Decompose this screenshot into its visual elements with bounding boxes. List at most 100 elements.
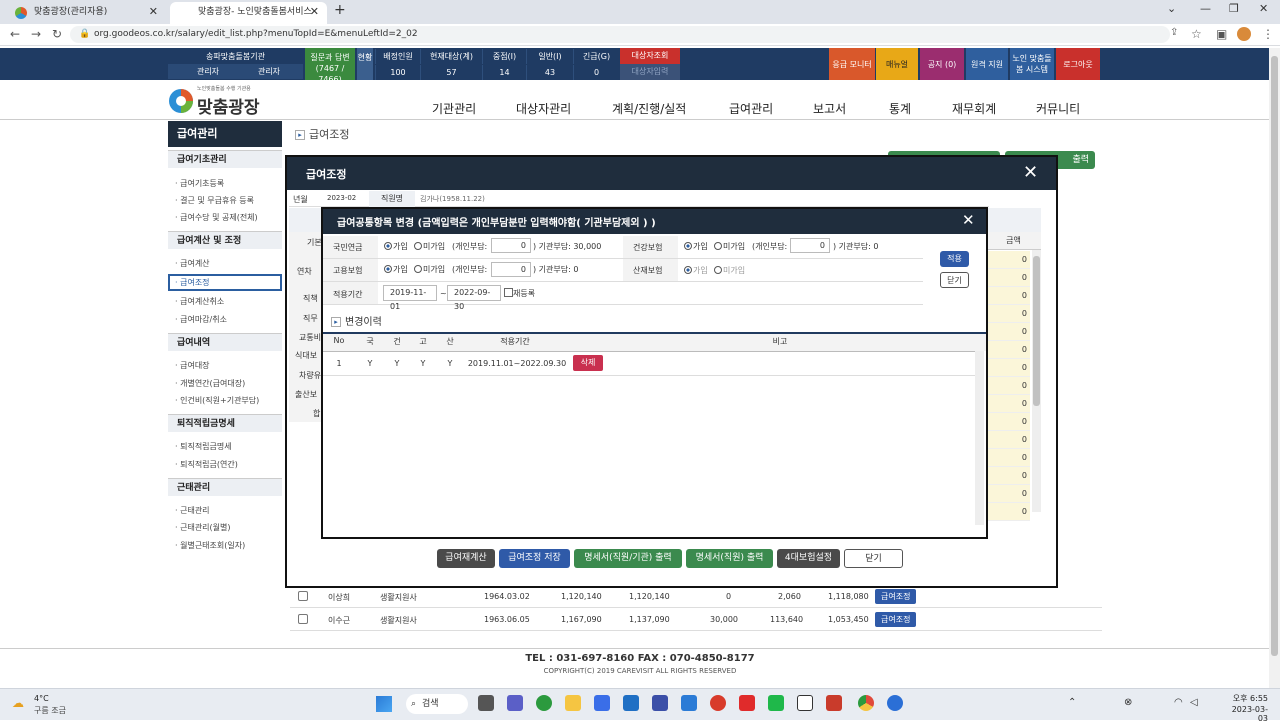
inner-modal-close-icon[interactable]: ✕ — [962, 211, 975, 229]
amount-cell[interactable]: 0 — [986, 485, 1030, 503]
sidepanel-icon[interactable]: ▣ — [1216, 27, 1227, 41]
menu-kebab-icon[interactable]: ⋮ — [1262, 27, 1274, 41]
chrome-icon[interactable] — [858, 695, 874, 711]
inner-close-button[interactable]: 닫기 — [940, 272, 969, 288]
accident-join-radio[interactable]: 가입 — [684, 265, 708, 276]
menu-item-retirement-annual[interactable]: · 퇴직적립금(연간) — [175, 459, 238, 470]
nav-plan-progress[interactable]: 계획/진행/실적 — [612, 100, 686, 117]
window-close-icon[interactable]: ✕ — [1259, 2, 1268, 15]
tray-close-icon[interactable]: ⊗ — [1124, 697, 1132, 708]
amount-scrollbar[interactable] — [1032, 250, 1041, 512]
nav-target-management[interactable]: 대상자관리 — [516, 100, 571, 117]
care-system-button[interactable]: 노인 맞춤돌봄 시스템 — [1010, 48, 1054, 80]
app-icon[interactable] — [652, 695, 668, 711]
youtube-icon[interactable] — [739, 695, 755, 711]
target-lookup-button[interactable]: 대상자조회 — [620, 48, 680, 64]
menu-section-attendance[interactable]: 근태관리 — [168, 478, 282, 496]
wifi-icon[interactable]: ◠ — [1174, 697, 1183, 708]
qna-button[interactable]: 질문과 답변 (7467 / 7466) — [305, 48, 355, 84]
close-tab-icon[interactable]: ✕ — [149, 2, 158, 22]
nav-finance[interactable]: 재무회계 — [952, 100, 996, 117]
browser-tab-admin[interactable]: 맞춤광장(관리자용) ✕ — [6, 2, 166, 24]
tab-search-icon[interactable]: ⌄ — [1167, 2, 1176, 15]
menu-item-basic-register[interactable]: · 급여기초등록 — [175, 178, 224, 189]
maximize-icon[interactable]: ❐ — [1229, 2, 1239, 15]
pension-join-radio[interactable]: 가입 — [384, 241, 408, 252]
media-icon[interactable] — [710, 695, 726, 711]
menu-item-absence[interactable]: · 결근 및 무급휴유 등록 — [175, 195, 254, 206]
health-personal-input[interactable]: 0 — [790, 238, 830, 253]
address-bar[interactable]: 🔒 org.goodeos.co.kr/salary/edit_list.php?… — [70, 26, 1170, 43]
modal-close-icon[interactable]: ✕ — [1023, 162, 1038, 183]
naver-icon[interactable] — [768, 695, 784, 711]
amount-cell[interactable]: 0 — [986, 467, 1030, 485]
menu-item-attendance-monthly[interactable]: · 근태관리(월별) — [175, 522, 231, 533]
reregister-checkbox[interactable]: 재등록 — [504, 288, 535, 299]
forward-icon[interactable]: → — [31, 27, 41, 41]
site-logo[interactable]: 노인맞춤돌봄 수행 기관용 맞춤광장 — [167, 85, 277, 118]
employ-join-radio[interactable]: 가입 — [384, 264, 408, 275]
menu-item-close[interactable]: · 급여마감/취소 — [175, 314, 227, 325]
menu-item-attendance-daily[interactable]: · 월별근태조회(일자) — [175, 540, 245, 551]
scroll-thumb[interactable] — [1033, 256, 1040, 406]
menu-item-adjust-selected[interactable]: · 급여조정 — [168, 274, 282, 291]
pension-personal-input[interactable]: 0 — [491, 238, 531, 253]
amount-cell[interactable]: 0 — [986, 359, 1030, 377]
history-scrollbar[interactable] — [975, 351, 984, 525]
remote-support-button[interactable]: 원격 지원 — [966, 48, 1008, 80]
notice-button[interactable]: 공지 (0) — [920, 48, 964, 80]
print-staff-only-button[interactable]: 명세서(직원) 출력 — [686, 549, 773, 568]
close-tab-icon[interactable]: ✕ — [310, 2, 319, 22]
task-view-icon[interactable] — [478, 695, 494, 711]
pension-nojoin-radio[interactable]: 미가입 — [414, 241, 445, 252]
target-input-button[interactable]: 대상자입력 — [620, 64, 680, 80]
health-nojoin-radio[interactable]: 미가입 — [714, 241, 745, 252]
share-icon[interactable]: ⇪ — [1170, 27, 1178, 38]
nav-statistics[interactable]: 통계 — [889, 100, 911, 117]
save-adjust-button[interactable]: 급여조정 저장 — [499, 549, 570, 568]
recalculate-button[interactable]: 급여재계산 — [437, 549, 495, 568]
menu-section-retirement[interactable]: 퇴직적립금명세 — [168, 414, 282, 432]
period-to-input[interactable]: 2022-09-30 — [447, 285, 501, 311]
menu-section-calc[interactable]: 급여계산 및 조정 — [168, 231, 282, 249]
nav-org-management[interactable]: 기관관리 — [432, 100, 476, 117]
page-scrollbar[interactable] — [1269, 48, 1280, 688]
insurance-settings-button[interactable]: 4대보험설정 — [777, 549, 840, 568]
menu-item-allowance[interactable]: · 급여수당 및 공제(전체) — [175, 212, 258, 223]
apply-button[interactable]: 적용 — [940, 251, 969, 267]
adjust-button[interactable]: 급여조정 — [875, 612, 917, 627]
menu-item-retirement[interactable]: · 퇴직적립금명세 — [175, 441, 232, 452]
tray-chevron-icon[interactable]: ⌃ — [1068, 697, 1076, 708]
adjust-button[interactable]: 급여조정 — [875, 589, 917, 604]
menu-item-annual[interactable]: · 개별연간(급여대장) — [175, 378, 245, 389]
menu-item-labor-cost[interactable]: · 인건비(직원+기관부담) — [175, 395, 259, 406]
minimize-icon[interactable]: — — [1200, 2, 1211, 15]
amount-cell[interactable]: 0 — [986, 305, 1030, 323]
nav-salary-management[interactable]: 급여관리 — [729, 100, 773, 117]
zoom-icon[interactable] — [887, 695, 903, 711]
nav-reports[interactable]: 보고서 — [813, 100, 846, 117]
edge-icon[interactable] — [536, 695, 552, 711]
reload-icon[interactable]: ↻ — [52, 27, 62, 41]
volume-icon[interactable]: ◁ — [1190, 697, 1198, 708]
word-icon[interactable] — [797, 695, 813, 711]
amount-cell[interactable]: 0 — [986, 287, 1030, 305]
close-button[interactable]: 닫기 — [844, 549, 903, 568]
amount-cell[interactable]: 0 — [986, 431, 1030, 449]
menu-item-attendance[interactable]: · 근태관리 — [175, 505, 210, 516]
print-staff-org-button[interactable]: 명세서(직원/기관) 출력 — [574, 549, 682, 568]
emergency-monitor-button[interactable]: 응급 모니터 — [829, 48, 875, 80]
accident-nojoin-radio[interactable]: 미가입 — [714, 265, 745, 276]
employ-nojoin-radio[interactable]: 미가입 — [414, 264, 445, 275]
period-from-input[interactable]: 2019-11-01 — [383, 285, 437, 311]
logout-button[interactable]: 로그아웃 — [1056, 48, 1100, 80]
weather-icon[interactable]: ☁ — [12, 696, 24, 710]
amount-cell[interactable]: 0 — [986, 251, 1030, 269]
new-tab-icon[interactable]: + — [334, 2, 346, 18]
amount-cell[interactable]: 0 — [986, 395, 1030, 413]
amount-cell[interactable]: 0 — [986, 341, 1030, 359]
row-checkbox[interactable] — [298, 614, 308, 624]
file-explorer-icon[interactable] — [565, 695, 581, 711]
amount-cell[interactable]: 0 — [986, 377, 1030, 395]
back-icon[interactable]: ← — [10, 27, 20, 41]
